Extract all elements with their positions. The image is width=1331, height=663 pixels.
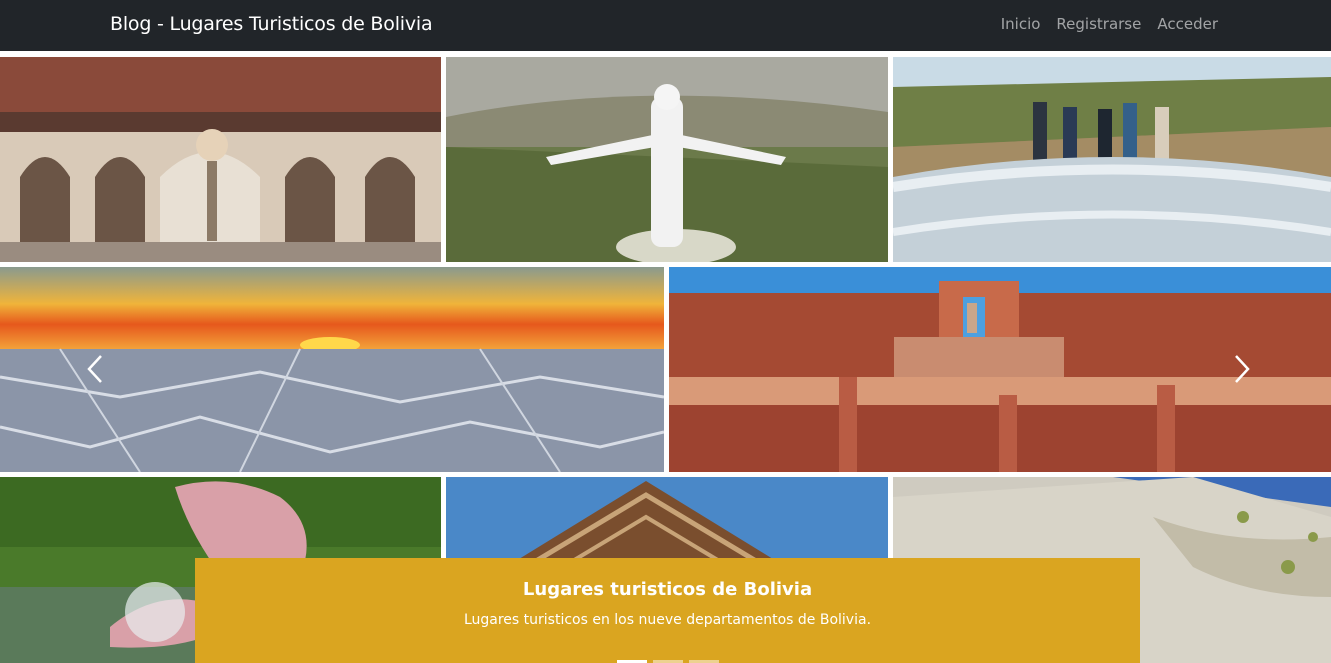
chevron-right-icon bbox=[1232, 353, 1252, 389]
nav-link-acceder[interactable]: Acceder bbox=[1157, 15, 1218, 33]
carousel-caption: Lugares turisticos de Bolivia Lugares tu… bbox=[195, 558, 1140, 663]
carousel-prev-button[interactable] bbox=[75, 341, 115, 401]
nav-link-registrarse[interactable]: Registrarse bbox=[1056, 15, 1141, 33]
caption-text: Lugares turisticos en los nueve departam… bbox=[463, 612, 872, 628]
courtyard-photo bbox=[0, 57, 441, 262]
top-navbar: Blog - Lugares Turisticos de Bolivia Ini… bbox=[0, 0, 1331, 51]
nav-link-inicio[interactable]: Inicio bbox=[1001, 15, 1041, 33]
cristo-statue-photo bbox=[446, 57, 888, 262]
carousel-next-button[interactable] bbox=[1222, 341, 1262, 401]
chevron-left-icon bbox=[85, 353, 105, 389]
navbar-brand[interactable]: Blog - Lugares Turisticos de Bolivia bbox=[110, 13, 433, 35]
canyon-bridge-photo bbox=[893, 57, 1331, 262]
caption-title: Lugares turisticos de Bolivia bbox=[522, 579, 813, 600]
nav-links: Inicio Registrarse Acceder bbox=[1001, 15, 1218, 33]
hero-carousel: Lugares turisticos de Bolivia Lugares tu… bbox=[0, 51, 1331, 663]
